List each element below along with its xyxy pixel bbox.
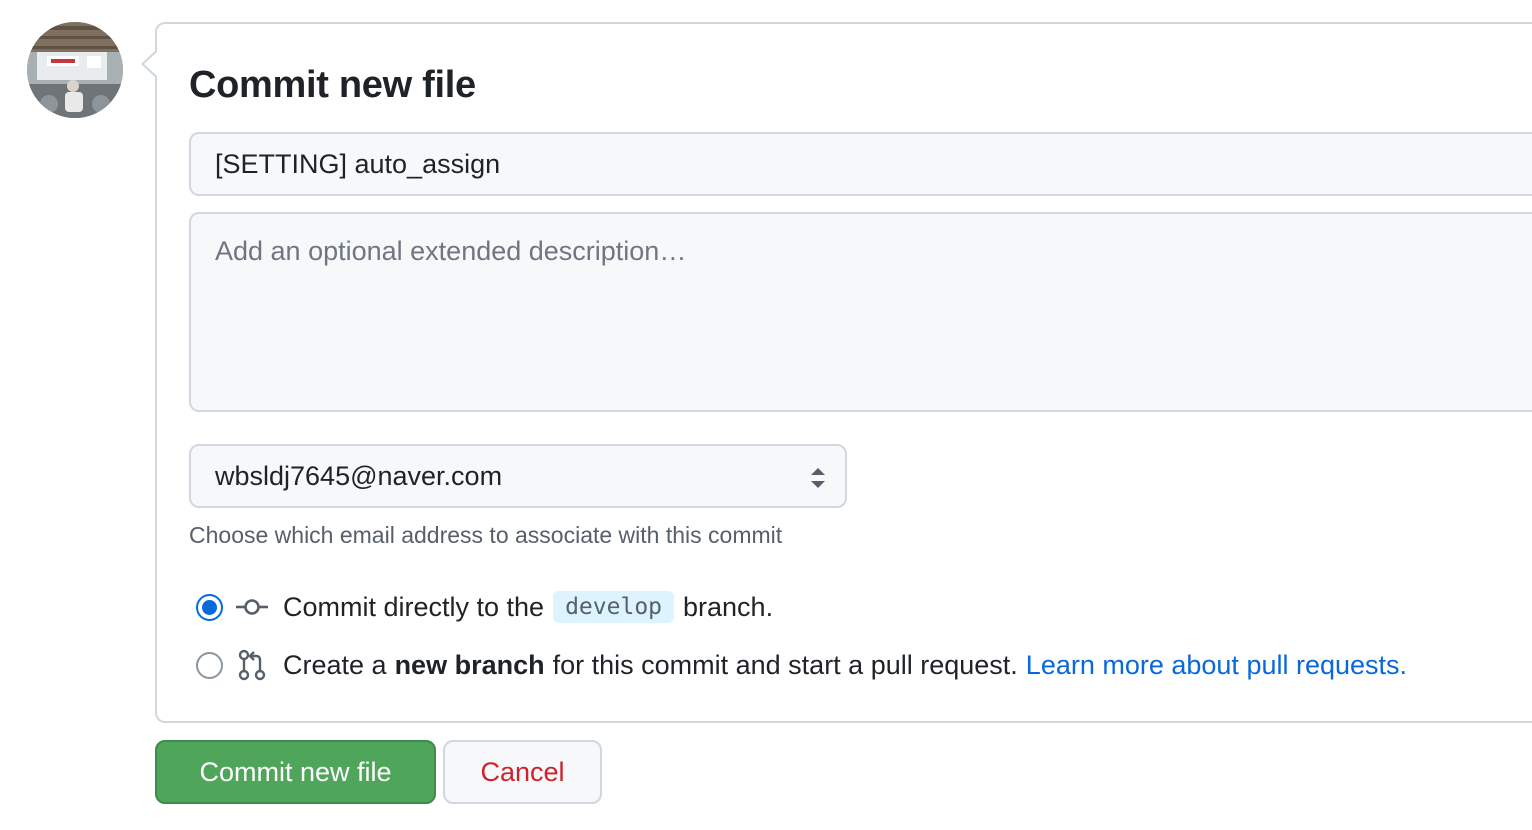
commit-new-file-button[interactable]: Commit new file [155, 740, 436, 804]
new-branch-strong: new branch [394, 649, 545, 680]
commit-direct-radio[interactable] [196, 593, 223, 621]
commit-direct-prefix: Commit directly to the [283, 591, 545, 622]
select-arrows-icon [811, 468, 825, 488]
cancel-button[interactable]: Cancel [443, 740, 602, 804]
commit-title: Commit new file [189, 64, 476, 106]
commit-direct-option[interactable]: Commit directly to the develop branch. [196, 590, 773, 624]
new-branch-radio[interactable] [196, 651, 223, 679]
new-branch-suffix: for this commit and start a pull request… [552, 649, 1018, 680]
panel-pointer-inner [144, 52, 157, 76]
new-branch-option[interactable]: Create a new branch for this commit and … [196, 648, 1407, 682]
commit-direct-suffix: branch. [683, 591, 774, 622]
email-select[interactable]: wbsldj7645@naver.com [189, 444, 847, 508]
commit-summary-input[interactable] [189, 132, 1532, 196]
learn-more-pull-requests-link[interactable]: Learn more about pull requests. [1026, 650, 1407, 681]
email-hint: Choose which email address to associate … [189, 522, 783, 548]
git-pull-request-icon [238, 649, 266, 681]
user-avatar[interactable] [27, 22, 123, 118]
commit-description-textarea[interactable] [189, 212, 1532, 412]
git-commit-icon [236, 599, 268, 615]
branch-name-chip: develop [553, 591, 675, 623]
email-select-value: wbsldj7645@naver.com [215, 460, 503, 491]
new-branch-prefix: Create a [283, 649, 387, 680]
